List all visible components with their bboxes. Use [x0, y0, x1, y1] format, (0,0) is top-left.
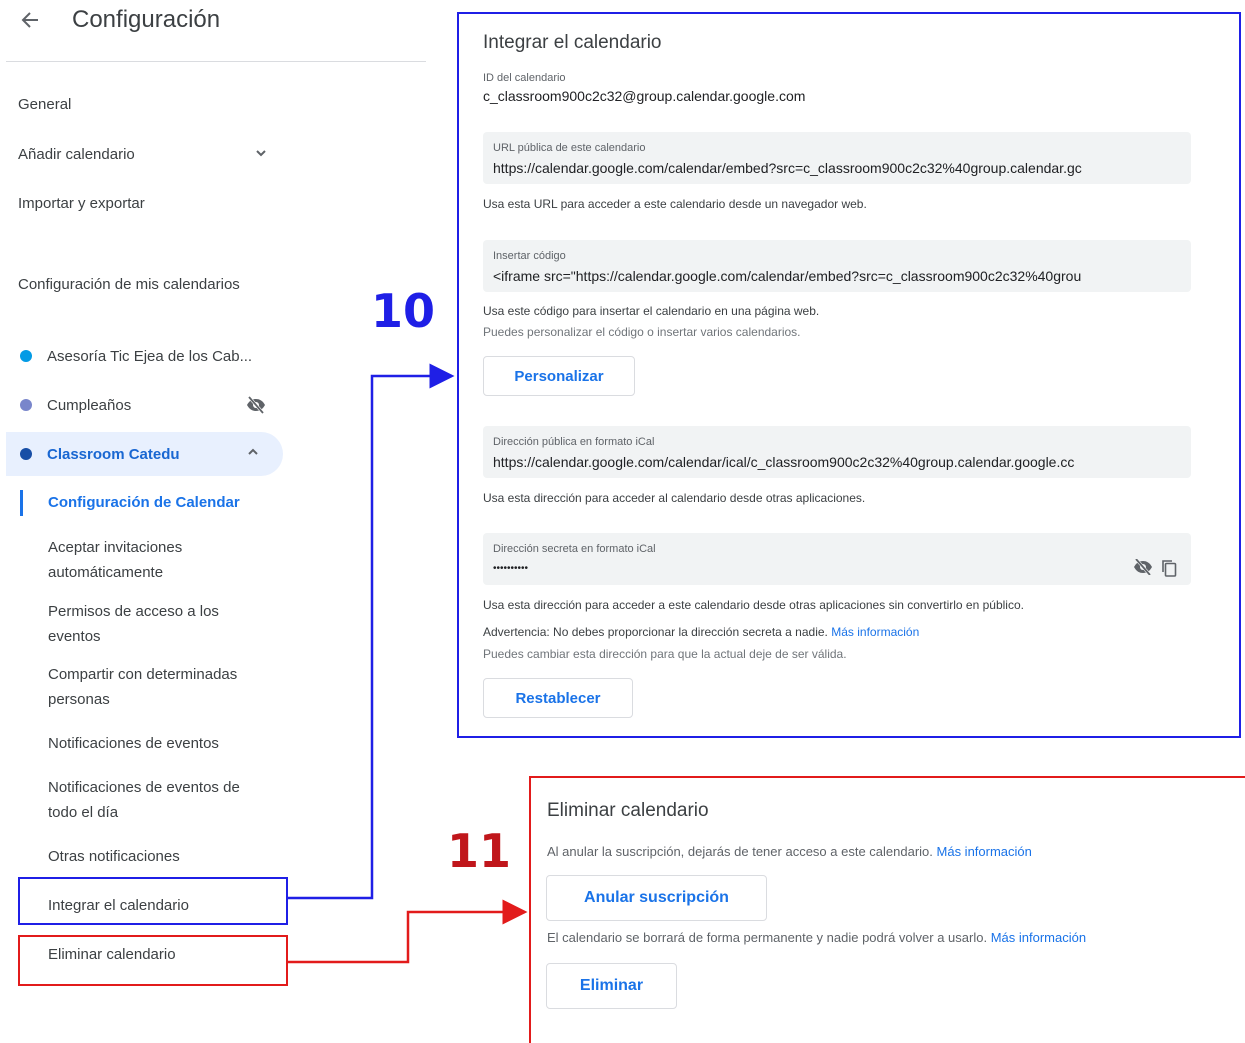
secret-warning: Advertencia: No debes proporcionar la di…: [483, 625, 919, 639]
my-calendars-section-title: Configuración de mis calendarios: [18, 276, 240, 293]
calendar-id-label: ID del calendario: [483, 72, 566, 84]
secret-field-actions: [1133, 558, 1177, 582]
integrate-calendar-panel: Integrar el calendario ID del calendario…: [457, 12, 1241, 738]
sidebar-item-add-calendar[interactable]: Añadir calendario: [18, 146, 278, 163]
calendar-item-cumpleanos[interactable]: Cumpleaños: [6, 383, 283, 427]
calendar-color-dot: [20, 448, 32, 460]
sidebar-subitem-event-permissions[interactable]: Permisos de acceso a los eventos: [48, 599, 258, 649]
step-number-10: 10: [371, 284, 436, 338]
public-url-hint: Usa esta URL para acceder a este calenda…: [483, 197, 867, 211]
secret-ical-field[interactable]: Dirección secreta en formato iCal ••••••…: [483, 533, 1191, 585]
integrate-section-title: Integrar el calendario: [483, 32, 662, 53]
active-item-indicator: [20, 490, 23, 516]
unsubscribe-description: Al anular la suscripción, dejarás de ten…: [547, 844, 933, 859]
step-number-11: 11: [447, 824, 512, 878]
more-info-link[interactable]: Más información: [937, 844, 1032, 859]
chevron-up-icon[interactable]: [246, 445, 260, 464]
copy-icon[interactable]: [1161, 559, 1177, 582]
public-ical-hint: Usa esta dirección para acceder al calen…: [483, 491, 866, 505]
unsubscribe-button[interactable]: Anular suscripción: [546, 875, 767, 921]
calendar-name: Asesoría Tic Ejea de los Cab...: [47, 347, 253, 365]
visibility-off-icon[interactable]: [1133, 558, 1153, 582]
header-divider: [6, 61, 426, 62]
public-url-label: URL pública de este calendario: [493, 142, 646, 154]
delete-text: El calendario se borrará de forma perman…: [547, 930, 1086, 945]
secret-change-hint: Puedes cambiar esta dirección para que l…: [483, 647, 847, 661]
public-url-field[interactable]: URL pública de este calendario https://c…: [483, 132, 1191, 184]
sidebar-item-import-export[interactable]: Importar y exportar: [18, 195, 145, 212]
embed-code-value[interactable]: <iframe src="https://calendar.google.com…: [493, 268, 1185, 284]
calendar-name: Classroom Catedu: [47, 445, 180, 463]
secret-ical-label: Dirección secreta en formato iCal: [493, 543, 656, 555]
calendar-item-asesoria[interactable]: Asesoría Tic Ejea de los Cab...: [6, 334, 283, 378]
calendar-item-classroom-catedu[interactable]: Classroom Catedu: [6, 432, 283, 476]
sidebar-subitem-allday-notifications[interactable]: Notificaciones de eventos de todo el día: [48, 775, 263, 825]
sidebar-item-label: Añadir calendario: [18, 146, 135, 163]
calendar-color-dot: [20, 399, 32, 411]
public-ical-field[interactable]: Dirección pública en formato iCal https:…: [483, 426, 1191, 478]
page-title: Configuración: [72, 6, 221, 33]
delete-button[interactable]: Eliminar: [546, 963, 677, 1009]
settings-sidebar: Configuración General Añadir calendario …: [0, 0, 430, 1043]
embed-code-hint-secondary: Puedes personalizar el código o insertar…: [483, 325, 801, 339]
sidebar-item-general[interactable]: General: [18, 96, 71, 113]
sidebar-subitem-accept-invitations[interactable]: Aceptar invitaciones automáticamente: [48, 535, 228, 585]
sidebar-subitem-event-notifications[interactable]: Notificaciones de eventos: [48, 731, 298, 756]
embed-code-label: Insertar código: [493, 250, 566, 262]
settings-header: Configuración: [18, 6, 220, 34]
more-info-link[interactable]: Más información: [831, 625, 919, 639]
calendar-id-value: c_classroom900c2c32@group.calendar.googl…: [483, 88, 806, 104]
sidebar-subitem-share-people[interactable]: Compartir con determinadas personas: [48, 662, 278, 712]
calendar-name: Cumpleaños: [47, 396, 132, 414]
reset-button[interactable]: Restablecer: [483, 678, 633, 718]
customize-button[interactable]: Personalizar: [483, 356, 635, 396]
public-ical-value[interactable]: https://calendar.google.com/calendar/ica…: [493, 454, 1185, 470]
embed-code-hint: Usa este código para insertar el calenda…: [483, 304, 820, 318]
secret-warning-text: Advertencia: No debes proporcionar la di…: [483, 625, 828, 639]
calendar-color-dot: [20, 350, 32, 362]
sidebar-subitem-calendar-settings[interactable]: Configuración de Calendar: [48, 490, 298, 515]
unsubscribe-text: Al anular la suscripción, dejarás de ten…: [547, 844, 1032, 859]
remove-section-title: Eliminar calendario: [547, 800, 709, 821]
more-info-link[interactable]: Más información: [991, 930, 1086, 945]
highlight-box-integrate: [18, 877, 288, 925]
secret-ical-hint: Usa esta dirección para acceder a este c…: [483, 598, 1024, 612]
delete-description: El calendario se borrará de forma perman…: [547, 930, 988, 945]
sidebar-subitem-other-notifications[interactable]: Otras notificaciones: [48, 844, 298, 869]
visibility-off-icon[interactable]: [246, 396, 266, 419]
public-ical-label: Dirección pública en formato iCal: [493, 436, 655, 448]
remove-calendar-panel: Eliminar calendario Al anular la suscrip…: [529, 776, 1245, 1043]
secret-ical-value[interactable]: ••••••••••: [493, 563, 1185, 574]
public-url-value[interactable]: https://calendar.google.com/calendar/emb…: [493, 160, 1185, 176]
back-arrow-icon[interactable]: [18, 8, 42, 32]
highlight-box-remove: [18, 935, 288, 986]
embed-code-field[interactable]: Insertar código <iframe src="https://cal…: [483, 240, 1191, 292]
chevron-down-icon: [254, 146, 268, 164]
